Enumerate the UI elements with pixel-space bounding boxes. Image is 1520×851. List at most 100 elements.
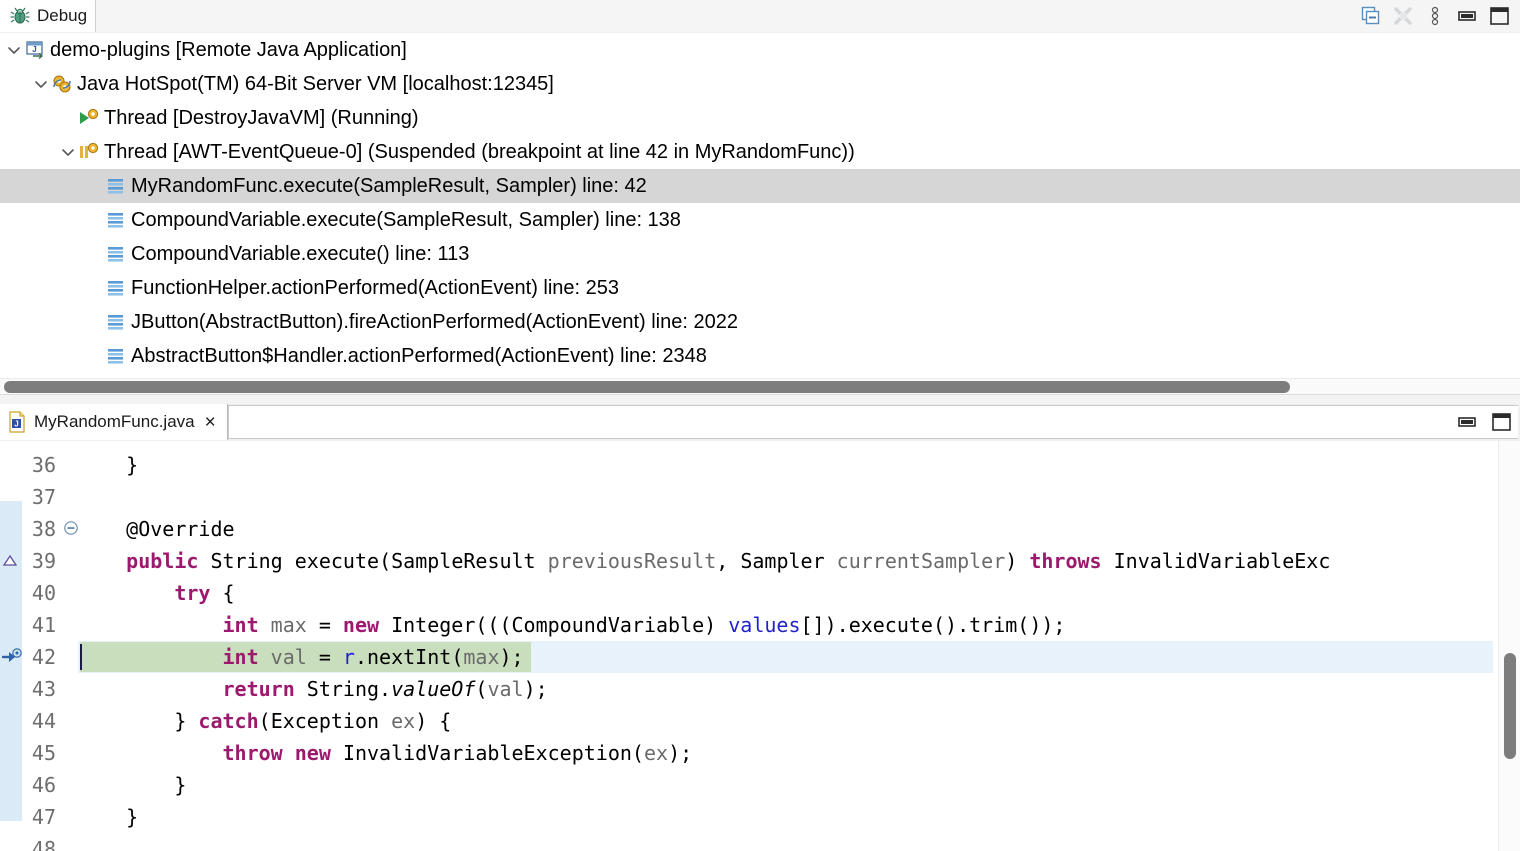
line-number: 44 [32, 705, 56, 737]
java-editor: J MyRandomFunc.java × [0, 404, 1520, 851]
code-text-area[interactable]: } @Override public String execute(Sample… [78, 441, 1520, 851]
debug-tree-row[interactable]: AbstractButton$Handler.actionPerformed(A… [0, 339, 1520, 373]
stack-frame-icon [105, 277, 127, 299]
code-line[interactable]: } [78, 801, 1520, 833]
debug-tree-row[interactable]: Thread [DestroyJavaVM] (Running) [0, 101, 1520, 135]
editor-toolbar [1452, 404, 1516, 440]
code-line[interactable]: return String.valueOf(val); [78, 673, 1520, 705]
code-line[interactable]: int val = r.nextInt(max); [78, 641, 1520, 673]
line-number: 45 [32, 737, 56, 769]
chevron-down-icon[interactable] [31, 67, 51, 101]
tree-twisty-placeholder [85, 305, 105, 339]
debug-view-toolbar [1356, 0, 1514, 32]
chevron-down-icon[interactable] [4, 33, 24, 67]
svg-text:J: J [32, 45, 36, 54]
debug-tree-row-label: JButton(AbstractButton).fireActionPerfor… [131, 311, 738, 334]
tree-twisty-placeholder [58, 101, 78, 135]
editor-tabbar: J MyRandomFunc.java × [0, 404, 1520, 442]
stack-frame-icon [105, 175, 127, 197]
debug-view: Debug [0, 0, 1520, 400]
code-line[interactable]: throw new InvalidVariableException(ex); [78, 737, 1520, 769]
thread-suspended-icon [78, 141, 100, 163]
code-line[interactable]: try { [78, 577, 1520, 609]
instruction-pointer-icon[interactable] [0, 646, 22, 673]
thread-running-icon [78, 107, 100, 129]
tree-twisty-placeholder [85, 271, 105, 305]
debug-tree-row-label: demo-plugins [Remote Java Application] [50, 39, 407, 62]
stack-frame-icon [105, 209, 127, 231]
override-indicator-icon[interactable] [2, 554, 18, 573]
close-icon[interactable]: × [205, 413, 216, 432]
debug-tree-row[interactable]: FunctionHelper.actionPerformed(ActionEve… [0, 271, 1520, 305]
line-number: 37 [32, 481, 56, 513]
editor-vscroll-thumb[interactable] [1504, 653, 1516, 759]
line-number: 40 [32, 577, 56, 609]
maximize-icon[interactable] [1484, 2, 1514, 30]
line-number: 43 [32, 673, 56, 705]
line-number: 39 [32, 545, 56, 577]
chevron-down-icon[interactable] [58, 135, 78, 169]
tab-debug[interactable]: Debug [0, 0, 96, 32]
debug-tree-row-label: Thread [DestroyJavaVM] (Running) [104, 107, 419, 130]
stack-frame-icon [105, 243, 127, 265]
code-line[interactable]: int max = new Integer(((CompoundVariable… [78, 609, 1520, 641]
tree-twisty-placeholder [85, 169, 105, 203]
collapse-all-icon[interactable] [1356, 2, 1386, 30]
line-number: 48 [32, 833, 56, 851]
fold-collapse-icon[interactable] [63, 520, 79, 541]
minimize-icon[interactable] [1452, 2, 1482, 30]
debug-view-tabbar: Debug [0, 0, 1520, 34]
debug-tree-row-label: Java HotSpot(TM) 64-Bit Server VM [local… [77, 73, 554, 96]
line-number-ruler: 36373839404142434445464748 [22, 441, 62, 851]
code-line[interactable] [78, 833, 1520, 851]
debug-tree-row-label: MyRandomFunc.execute(SampleResult, Sampl… [131, 175, 647, 198]
code-line[interactable] [78, 481, 1520, 513]
debug-tree-row-label: FunctionHelper.actionPerformed(ActionEve… [131, 277, 619, 300]
tree-twisty-placeholder [85, 237, 105, 271]
eclipse-debug-perspective: Debug [0, 0, 1520, 851]
minimize-icon[interactable] [1452, 408, 1482, 436]
debug-tree-row[interactable]: JButton(AbstractButton).fireActionPerfor… [0, 305, 1520, 339]
debug-tree-row-label: Thread [AWT-EventQueue-0] (Suspended (br… [104, 141, 855, 164]
debug-hscroll-thumb[interactable] [4, 381, 1290, 393]
line-number: 36 [32, 449, 56, 481]
maximize-icon[interactable] [1486, 408, 1516, 436]
debug-tree-row-selected[interactable]: MyRandomFunc.execute(SampleResult, Sampl… [0, 169, 1520, 203]
annotation-ruler[interactable] [0, 441, 22, 851]
code-line[interactable]: public String execute(SampleResult previ… [78, 545, 1520, 577]
stack-frame-icon [105, 345, 127, 367]
editor-tab-empty-space [228, 405, 1518, 439]
code-line[interactable]: @Override [78, 513, 1520, 545]
debug-tree-row[interactable]: Jdemo-plugins [Remote Java Application] [0, 33, 1520, 67]
line-number: 46 [32, 769, 56, 801]
debug-tree-row-label: AbstractButton$Handler.actionPerformed(A… [131, 345, 707, 368]
tree-twisty-placeholder [85, 339, 105, 373]
code-line[interactable]: } catch(Exception ex) { [78, 705, 1520, 737]
line-number: 38 [32, 513, 56, 545]
line-number: 42 [32, 641, 56, 673]
svg-text:J: J [14, 420, 18, 429]
debug-tree-row[interactable]: Java HotSpot(TM) 64-Bit Server VM [local… [0, 67, 1520, 101]
editor-vertical-scrollbar[interactable] [1498, 441, 1520, 851]
code-line[interactable]: } [78, 769, 1520, 801]
stack-frame-icon [105, 311, 127, 333]
folding-ruler[interactable] [62, 441, 78, 851]
debug-horizontal-scrollbar[interactable] [0, 378, 1520, 395]
debug-tree-row[interactable]: CompoundVariable.execute(SampleResult, S… [0, 203, 1520, 237]
tabbar-filler [0, 0, 1520, 32]
debug-tree-row[interactable]: CompoundVariable.execute() line: 113 [0, 237, 1520, 271]
disconnect-icon [1388, 2, 1418, 30]
code-surface: 36373839404142434445464748 } @Override p… [0, 441, 1520, 851]
tree-twisty-placeholder [85, 203, 105, 237]
debug-tree-row-label: CompoundVariable.execute() line: 113 [131, 243, 469, 266]
tab-debug-label: Debug [37, 6, 87, 26]
debug-tree-row[interactable]: Thread [AWT-EventQueue-0] (Suspended (br… [0, 135, 1520, 169]
code-line[interactable]: } [78, 449, 1520, 481]
debug-tree-row-label: CompoundVariable.execute(SampleResult, S… [131, 209, 681, 232]
debug-tree[interactable]: Jdemo-plugins [Remote Java Application]J… [0, 33, 1520, 378]
view-menu-icon[interactable] [1420, 2, 1450, 30]
tab-myrandomfunc-java-label: MyRandomFunc.java [34, 412, 195, 432]
line-number: 41 [32, 609, 56, 641]
tab-myrandomfunc-java[interactable]: J MyRandomFunc.java × [0, 404, 228, 440]
bug-icon [10, 6, 30, 26]
